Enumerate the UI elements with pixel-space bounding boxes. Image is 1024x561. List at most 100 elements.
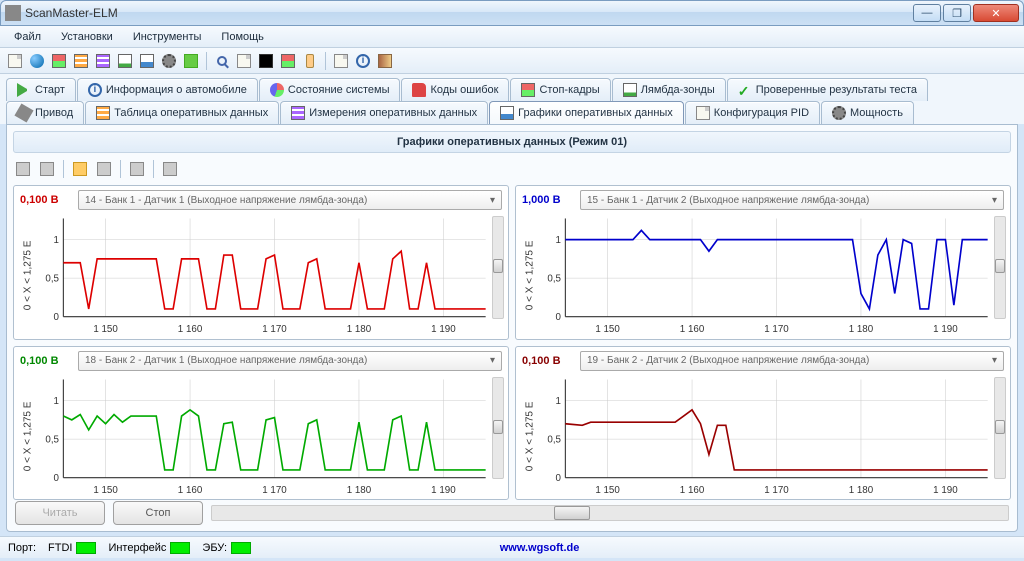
gear-icon (832, 106, 846, 120)
tool-gear-icon[interactable] (160, 52, 178, 70)
tool-grid2-icon[interactable] (72, 52, 90, 70)
tool-globe-icon[interactable] (28, 52, 46, 70)
tab-system-state[interactable]: Состояние системы (259, 78, 401, 101)
chart-tool-open-icon[interactable] (70, 159, 90, 179)
svg-text:0 < X < 1,275 E: 0 < X < 1,275 E (525, 240, 536, 310)
menu-settings[interactable]: Установки (53, 29, 121, 45)
tool-green-icon[interactable] (182, 52, 200, 70)
tool-grid-icon[interactable] (50, 52, 68, 70)
chart-pid-select[interactable]: 14 - Банк 1 - Датчик 1 (Выходное напряже… (78, 190, 502, 210)
chart-tool-save-icon[interactable] (94, 159, 114, 179)
tool-grid3-icon[interactable] (94, 52, 112, 70)
tab-system-state-label: Состояние системы (288, 84, 390, 96)
tool-terminal-icon[interactable] (257, 52, 275, 70)
svg-text:1 190: 1 190 (431, 324, 456, 335)
status-port-label: Порт: (8, 542, 36, 554)
menu-tools[interactable]: Инструменты (125, 29, 210, 45)
chart-canvas: 0 < X < 1,275 E00,511 1501 1601 1701 180… (22, 375, 490, 498)
tab-start-label: Старт (35, 84, 65, 96)
svg-text:1 150: 1 150 (595, 324, 620, 335)
svg-text:1 160: 1 160 (178, 485, 203, 496)
chart-canvas: 0 < X < 1,275 E00,511 1501 1601 1701 180… (524, 214, 992, 337)
chart-y-slider[interactable] (492, 377, 504, 480)
svg-text:0: 0 (556, 312, 562, 323)
slider-thumb[interactable] (493, 420, 503, 434)
tool-doc3-icon[interactable] (332, 52, 350, 70)
tool-search-icon[interactable] (213, 52, 231, 70)
tab-start[interactable]: Старт (6, 78, 76, 101)
menu-help[interactable]: Помощь (213, 29, 272, 45)
menu-file[interactable]: Файл (6, 29, 49, 45)
tab-drive[interactable]: Привод (6, 101, 84, 124)
svg-text:1 180: 1 180 (347, 485, 372, 496)
svg-text:0,5: 0,5 (45, 273, 59, 284)
minimize-button[interactable]: ― (913, 4, 941, 22)
svg-text:0: 0 (54, 312, 60, 323)
play-icon (17, 83, 31, 97)
tab-test-results-label: Проверенные результаты теста (756, 84, 917, 96)
tab-freeze-frames[interactable]: Стоп-кадры (510, 78, 610, 101)
tool-info-icon[interactable]: i (354, 52, 372, 70)
chart-box-3: 0,100 В 19 - Банк 2 - Датчик 2 (Выходное … (515, 346, 1011, 501)
svg-text:1 170: 1 170 (764, 485, 789, 496)
restore-button[interactable]: ❐ (943, 4, 971, 22)
svg-text:1 150: 1 150 (93, 324, 118, 335)
tool-chart-icon[interactable] (116, 52, 134, 70)
tool-phone-icon[interactable] (301, 52, 319, 70)
chart-pid-select[interactable]: 18 - Банк 2 - Датчик 1 (Выходное напряже… (78, 351, 502, 371)
svg-text:1 160: 1 160 (680, 324, 705, 335)
svg-text:1 190: 1 190 (933, 485, 958, 496)
close-button[interactable]: ✕ (973, 4, 1019, 22)
status-link[interactable]: www.wgsoft.de (500, 542, 580, 554)
tab-live-measure[interactable]: Измерения оперативных данных (280, 101, 488, 124)
read-button[interactable]: Читать (15, 501, 105, 525)
tab-test-results[interactable]: ✓Проверенные результаты теста (727, 78, 928, 101)
chart-box-2: 0,100 В18 - Банк 2 - Датчик 1 (Выходное … (13, 346, 509, 501)
stop-button[interactable]: Стоп (113, 501, 203, 525)
slider-thumb[interactable] (995, 259, 1005, 273)
table-icon (96, 106, 110, 120)
tool-new-icon[interactable] (6, 52, 24, 70)
tab-live-table[interactable]: Таблица оперативных данных (85, 101, 279, 124)
chart-tool-export-icon[interactable] (160, 159, 180, 179)
tool-exit-icon[interactable] (376, 52, 394, 70)
tool-grid4-icon[interactable] (279, 52, 297, 70)
slider-thumb[interactable] (995, 420, 1005, 434)
tab-power[interactable]: Мощность (821, 101, 914, 124)
svg-text:1: 1 (54, 235, 60, 246)
chart-y-slider[interactable] (994, 216, 1006, 319)
tab-pid-config-label: Конфигурация PID (714, 107, 809, 119)
slider-thumb[interactable] (493, 259, 503, 273)
scrollbar-thumb[interactable] (554, 506, 590, 520)
tool-doc2-icon[interactable] (235, 52, 253, 70)
chart-y-slider[interactable] (492, 216, 504, 319)
content-panel: Графики оперативных данных (Режим 01) 0,… (6, 124, 1018, 532)
time-scrollbar[interactable] (211, 505, 1009, 521)
tab-pid-config[interactable]: Конфигурация PID (685, 101, 820, 124)
titlebar: ScanMaster-ELM ― ❐ ✕ (0, 0, 1024, 26)
chart-tool-print-icon[interactable] (127, 159, 147, 179)
svg-text:1: 1 (556, 396, 562, 407)
svg-text:1 150: 1 150 (93, 485, 118, 496)
chart2-icon (500, 106, 514, 120)
port-led-icon (76, 542, 96, 554)
svg-text:0,5: 0,5 (45, 434, 59, 445)
chart-y-slider[interactable] (994, 377, 1006, 480)
measure-icon (291, 106, 305, 120)
svg-text:0 < X < 1,275 E: 0 < X < 1,275 E (23, 401, 34, 471)
tool-chartb-icon[interactable] (138, 52, 156, 70)
tab-error-codes[interactable]: Коды ошибок (401, 78, 509, 101)
chart-pid-select[interactable]: 19 - Банк 2 - Датчик 2 (Выходное напряже… (580, 351, 1004, 371)
tab-vehicle-info[interactable]: iИнформация о автомобиле (77, 78, 258, 101)
tab-live-table-label: Таблица оперативных данных (114, 107, 268, 119)
chart-pid-select[interactable]: 15 - Банк 1 - Датчик 2 (Выходное напряже… (580, 190, 1004, 210)
tab-live-measure-label: Измерения оперативных данных (309, 107, 477, 119)
chart-tool-remove-icon[interactable] (37, 159, 57, 179)
chart-value: 0,100 В (522, 355, 574, 367)
charts-grid: 0,100 В 14 - Банк 1 - Датчик 1 (Выходное … (13, 185, 1011, 495)
chart-tool-add-icon[interactable] (13, 159, 33, 179)
tab-live-charts[interactable]: Графики оперативных данных (489, 101, 684, 124)
chart-icon (623, 83, 637, 97)
panel-title: Графики оперативных данных (Режим 01) (13, 131, 1011, 153)
tab-lambda[interactable]: Лямбда-зонды (612, 78, 726, 101)
